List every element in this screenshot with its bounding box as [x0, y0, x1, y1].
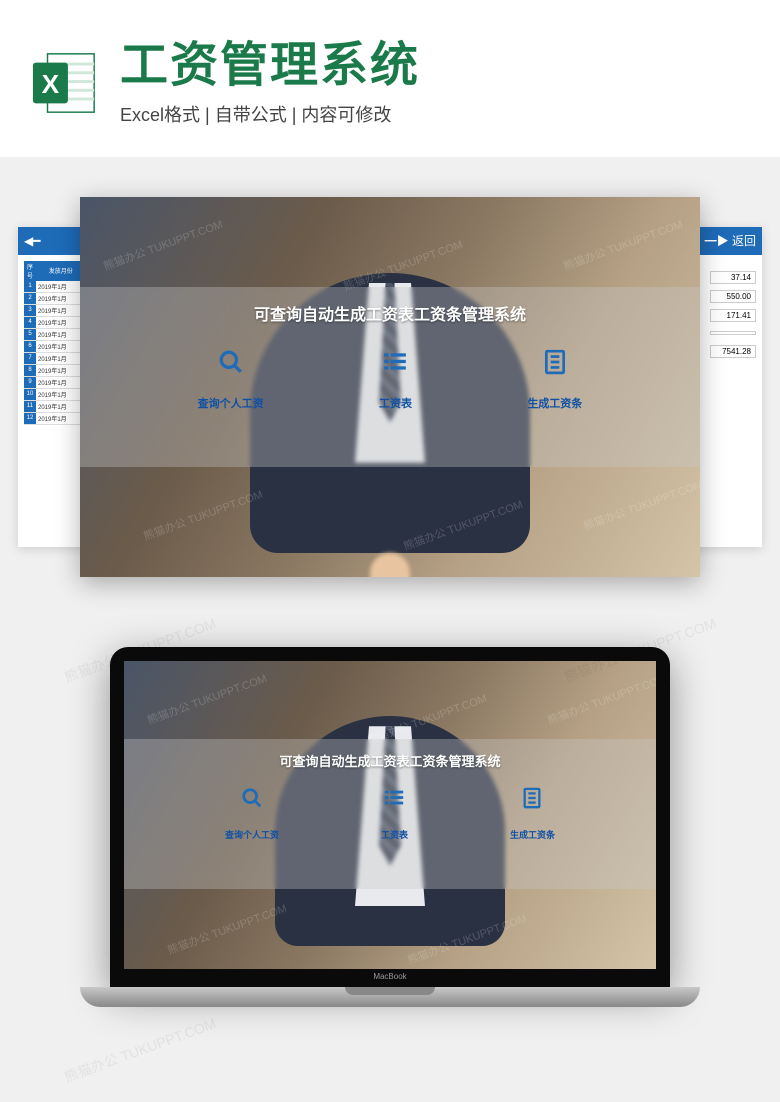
- list-icon: [380, 347, 410, 377]
- svg-text:X: X: [42, 70, 60, 100]
- menu-item-document[interactable]: 生成工资条: [510, 786, 555, 841]
- menu-panel: 可查询自动生成工资表工资条管理系统 查询个人工资 工资表 生成工资条: [80, 287, 700, 467]
- col-seq: 序号: [24, 261, 36, 281]
- panel-title: 可查询自动生成工资表工资条管理系统: [80, 287, 700, 325]
- page-title: 工资管理系统: [120, 40, 750, 93]
- macbook-frame: 可查询自动生成工资表工资条管理系统 查询个人工资工资表生成工资条 熊猫办公 TU…: [110, 647, 670, 987]
- macbook-base: [80, 987, 700, 1007]
- macbook-label: MacBook: [373, 972, 406, 981]
- menu-panel: 可查询自动生成工资表工资条管理系统 查询个人工资 工资表 生成工资条: [124, 739, 656, 889]
- menu-item-label: 查询个人工资: [198, 395, 264, 411]
- menu-item-label: 工资表: [381, 828, 408, 841]
- document-icon: [540, 347, 570, 377]
- menu-item-search[interactable]: 查询个人工资: [225, 786, 279, 841]
- list-icon: [382, 786, 406, 810]
- preview-area-top: ◀━ 序号 发放月份 员工编号 姓名 12019年1月1101张三22019年1…: [0, 167, 780, 607]
- search-icon: [240, 786, 264, 810]
- search-icon: [216, 347, 246, 377]
- menu-item-document[interactable]: 生成工资条: [527, 347, 582, 411]
- panel-title: 可查询自动生成工资表工资条管理系统: [124, 739, 656, 770]
- template-preview-main: 可查询自动生成工资表工资条管理系统 查询个人工资工资表生成工资条 熊猫办公 TU…: [80, 197, 700, 577]
- menu-item-label: 生成工资条: [510, 828, 555, 841]
- page-subtitle: Excel格式 | 自带公式 | 内容可修改: [120, 101, 750, 127]
- menu-item-list[interactable]: 工资表: [379, 347, 412, 411]
- macbook-screen: 可查询自动生成工资表工资条管理系统 查询个人工资工资表生成工资条 熊猫办公 TU…: [124, 661, 656, 969]
- menu-item-label: 生成工资条: [527, 395, 582, 411]
- macbook-mockup-area: 可查询自动生成工资表工资条管理系统 查询个人工资工资表生成工资条 熊猫办公 TU…: [0, 647, 780, 1067]
- menu-item-label: 查询个人工资: [225, 828, 279, 841]
- menu-item-list[interactable]: 工资表: [381, 786, 408, 841]
- arrow-left-icon: ◀━: [24, 234, 40, 248]
- col-month: 发放月份: [36, 261, 85, 281]
- excel-icon: X: [30, 48, 100, 118]
- menu-item-label: 工资表: [379, 395, 412, 411]
- menu-item-search[interactable]: 查询个人工资: [198, 347, 264, 411]
- back-button-icon: ━▶ 返回: [705, 232, 756, 249]
- document-icon: [520, 786, 544, 810]
- header: X 工资管理系统 Excel格式 | 自带公式 | 内容可修改: [0, 0, 780, 157]
